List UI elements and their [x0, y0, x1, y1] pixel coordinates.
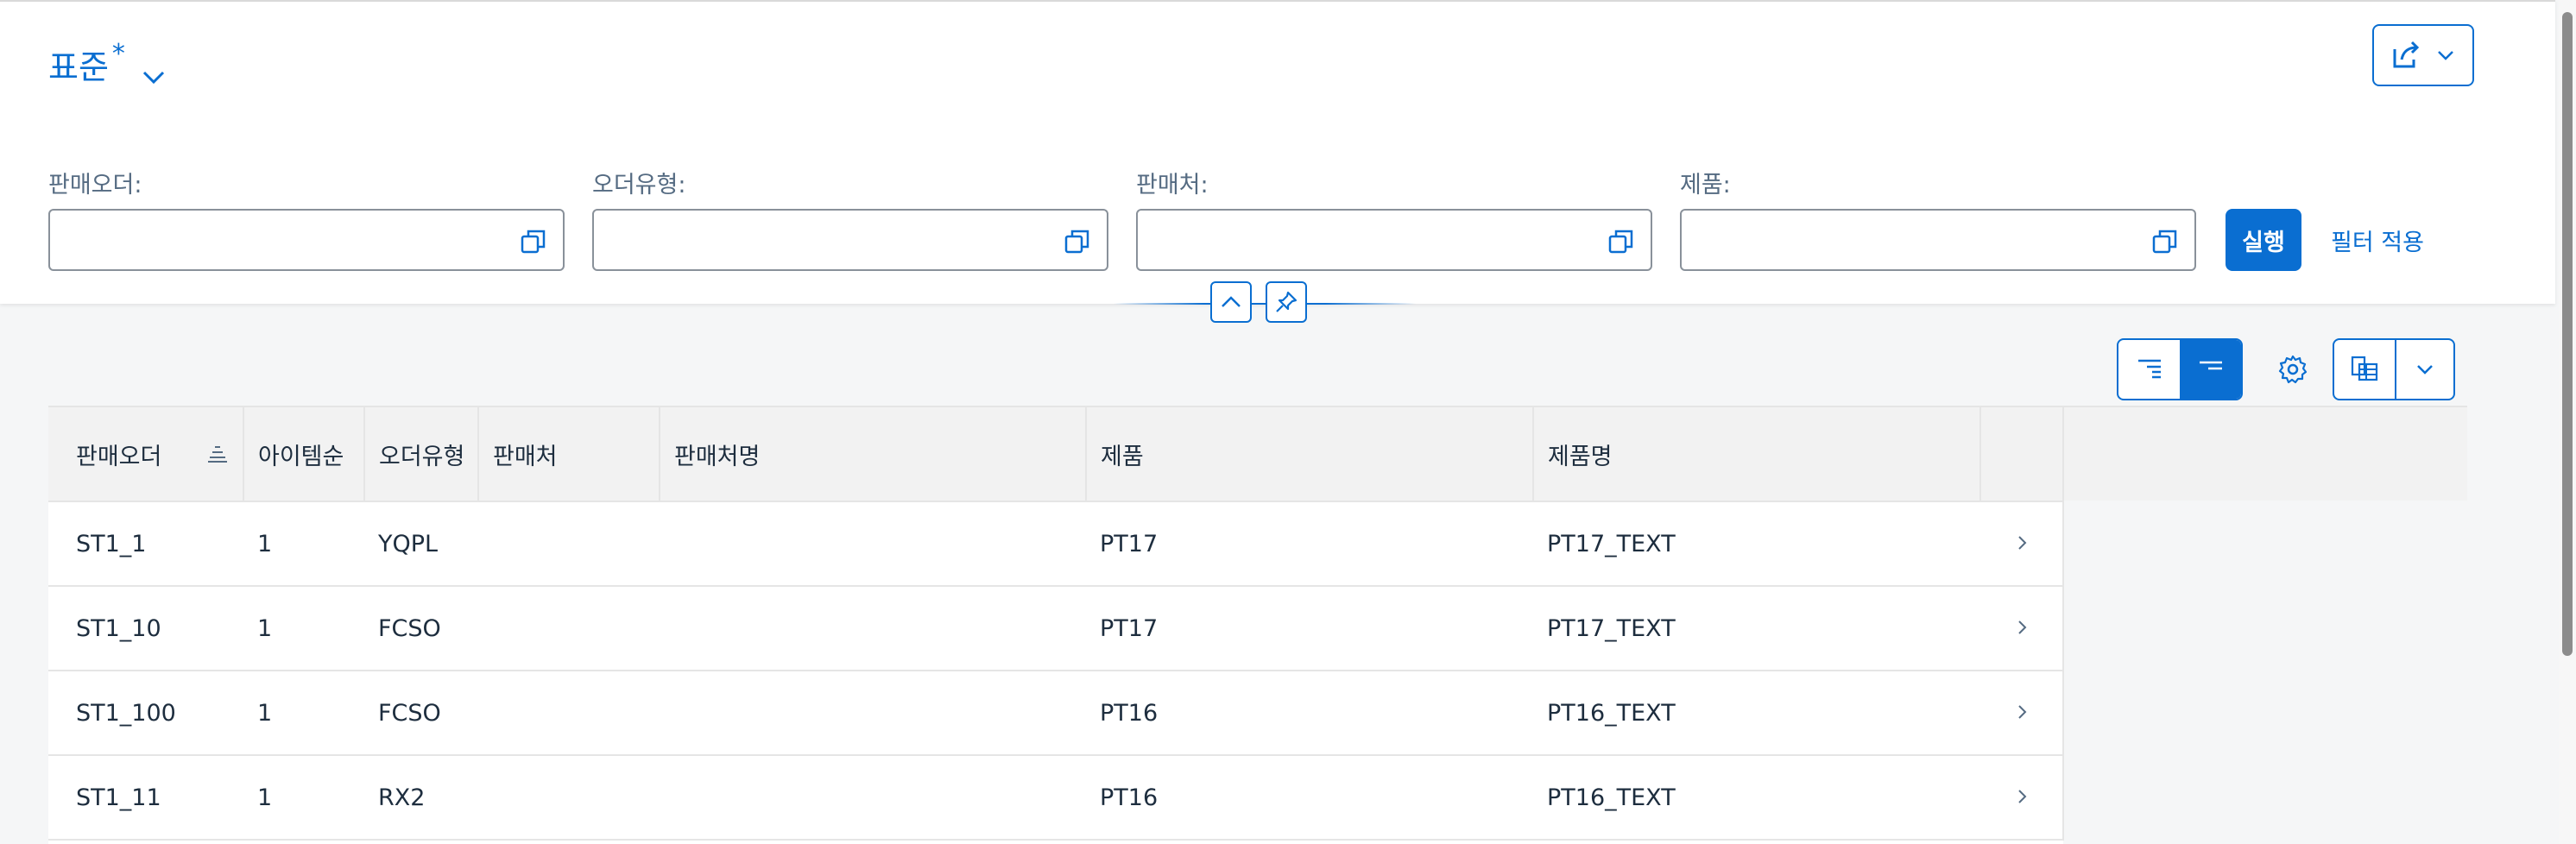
cell-product: PT17 [1086, 501, 1533, 587]
table-header-filler [2063, 406, 2467, 501]
row-navigation[interactable] [1980, 671, 2064, 756]
customer-input[interactable] [1136, 209, 1652, 271]
cell-item-seq: 1 [243, 501, 364, 587]
chevron-right-icon [2017, 789, 2026, 803]
scrollbar-thumb[interactable] [2562, 12, 2573, 656]
cell-customer-name [660, 755, 1086, 841]
cell-sales-order: ST1_100 [48, 671, 243, 756]
value-help-icon[interactable] [520, 228, 547, 255]
cell-customer [478, 755, 660, 841]
cell-sales-order: ST1_1 [48, 501, 243, 587]
chevron-right-icon [2017, 535, 2026, 550]
sort-ascending-icon [208, 446, 227, 463]
chevron-right-icon [2017, 704, 2026, 719]
cell-product: PT16 [1086, 755, 1533, 841]
table-header-row: 판매오더 아이템순 오더유형 판매처 판매처명 제품 제품명 [48, 406, 2064, 502]
export-menu-button[interactable] [2396, 340, 2453, 399]
cell-sales-order: ST1_10 [48, 586, 243, 671]
column-header-product[interactable]: 제품 [1086, 406, 1534, 502]
cell-customer-name [660, 501, 1086, 587]
column-header-customer[interactable]: 판매처 [478, 406, 660, 502]
filter-label-customer: 판매처: [1136, 172, 1209, 198]
cell-item-seq: 1 [243, 755, 364, 841]
share-button[interactable] [2372, 24, 2474, 86]
column-header-sales-order[interactable]: 판매오더 [48, 406, 244, 502]
row-navigation[interactable] [1980, 501, 2064, 587]
value-help-icon[interactable] [2151, 228, 2179, 255]
column-header-nav [1980, 406, 2064, 502]
table-settings-button[interactable] [2262, 338, 2324, 400]
collapse-header-button[interactable] [1210, 281, 1252, 323]
pin-icon [1276, 291, 1297, 312]
cell-customer [478, 671, 660, 756]
value-help-icon[interactable] [1607, 228, 1635, 255]
filter-label-product: 제품: [1680, 172, 1731, 198]
adapt-filters-button[interactable]: 필터 적용 [2331, 209, 2424, 271]
table-row[interactable]: ST1_10 1 FCSO PT17 PT17_TEXT [48, 586, 2064, 671]
show-details-button[interactable] [2118, 340, 2180, 399]
cell-customer [478, 586, 660, 671]
export-icon [2351, 356, 2378, 381]
row-navigation[interactable] [1980, 586, 2064, 671]
cell-item-seq: 1 [243, 671, 364, 756]
table-row[interactable]: ST1_100 1 FCSO PT16 PT16_TEXT [48, 671, 2064, 756]
cell-product-name: PT17_TEXT [1533, 586, 1980, 671]
cell-order-type: FCSO [364, 671, 478, 756]
pin-header-button[interactable] [1266, 281, 1307, 323]
product-input[interactable] [1680, 209, 2196, 271]
share-icon [2393, 41, 2420, 68]
cell-sales-order: ST1_11 [48, 755, 243, 841]
variant-modified-marker: * [111, 39, 125, 69]
gear-icon [2278, 355, 2308, 384]
chevron-up-icon [1222, 296, 1241, 307]
cell-product-name: PT16_TEXT [1533, 755, 1980, 841]
column-header-order-type[interactable]: 오더유형 [364, 406, 479, 502]
column-header-product-name[interactable]: 제품명 [1533, 406, 1981, 502]
go-button[interactable]: 실행 [2226, 209, 2301, 271]
sales-order-input[interactable] [48, 209, 565, 271]
variant-management[interactable]: 표준 * [48, 41, 167, 93]
hide-details-icon [2199, 361, 2222, 370]
chevron-right-icon [2017, 620, 2026, 634]
header-divider [1114, 303, 1416, 305]
cell-customer-name [660, 671, 1086, 756]
filter-label-sales-order: 판매오더: [48, 172, 142, 198]
cell-customer-name [660, 586, 1086, 671]
page-scrollbar[interactable] [2559, 0, 2576, 844]
chevron-down-icon[interactable] [141, 64, 167, 90]
column-header-customer-name[interactable]: 판매처명 [660, 406, 1087, 502]
export-main-button[interactable] [2334, 340, 2396, 399]
hide-details-button[interactable] [2180, 340, 2241, 399]
chevron-down-icon [2438, 51, 2453, 60]
row-navigation[interactable] [1980, 755, 2064, 841]
cell-product-name: PT16_TEXT [1533, 671, 1980, 756]
chevron-down-icon [2417, 365, 2433, 375]
sales-order-table: 판매오더 아이템순 오더유형 판매처 판매처명 제품 제품명 ST1_1 1 Y… [48, 406, 2064, 844]
cell-customer [478, 501, 660, 587]
table-row[interactable]: ST1_11 1 RX2 PT16 PT16_TEXT [48, 755, 2064, 841]
value-help-icon[interactable] [1064, 228, 1091, 255]
cell-product: PT16 [1086, 671, 1533, 756]
table-row[interactable]: ST1_1 1 YQPL PT17 PT17_TEXT [48, 501, 2064, 587]
cell-item-seq: 1 [243, 586, 364, 671]
column-header-item-seq[interactable]: 아이템순 [243, 406, 365, 502]
cell-product-name: PT17_TEXT [1533, 501, 1980, 587]
order-type-input[interactable] [592, 209, 1108, 271]
cell-order-type: RX2 [364, 755, 478, 841]
column-header-label: 판매오더 [76, 443, 162, 470]
show-details-icon [2137, 359, 2161, 379]
cell-order-type: YQPL [364, 501, 478, 587]
details-toggle[interactable] [2117, 338, 2243, 400]
export-button[interactable] [2333, 338, 2455, 400]
cell-product: PT17 [1086, 586, 1533, 671]
variant-title[interactable]: 표준 [48, 41, 109, 93]
cell-order-type: FCSO [364, 586, 478, 671]
filter-bar-header: 표준 * 판매오더: 오더유형: 판매처: 제품: 실행 필터 적용 [0, 0, 2555, 304]
filter-label-order-type: 오더유형: [592, 172, 686, 198]
